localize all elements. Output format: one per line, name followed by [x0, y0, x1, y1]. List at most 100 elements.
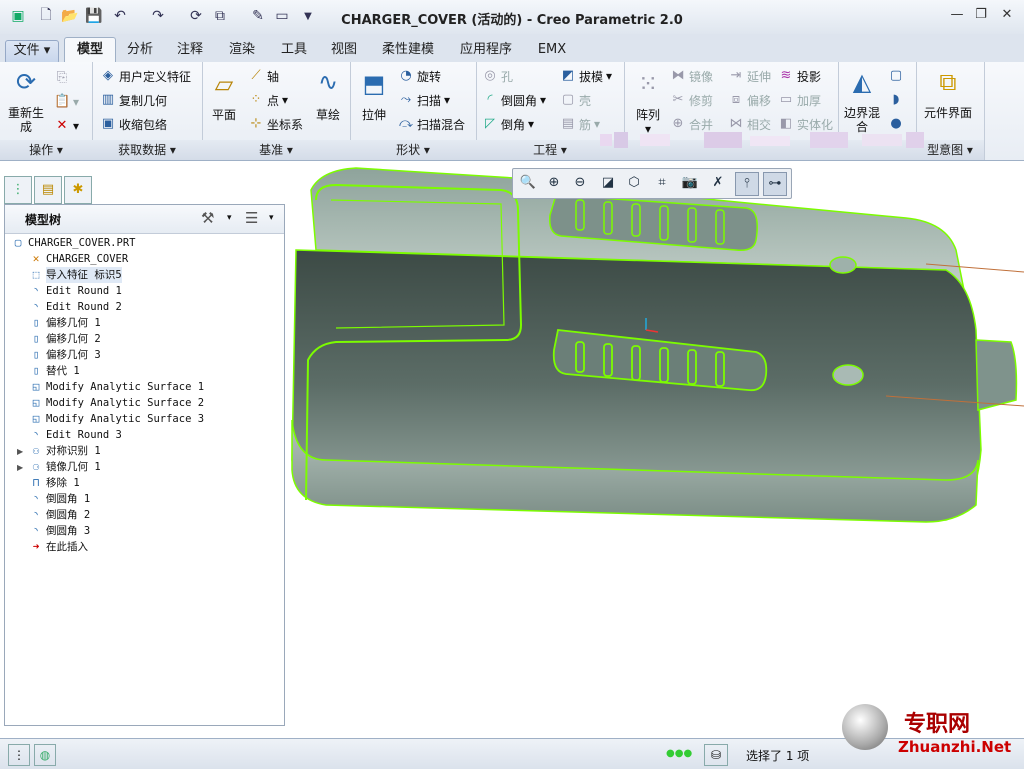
- mirror-button[interactable]: ⧓ 镜像: [670, 66, 714, 86]
- delete-icon[interactable]: ✕ ▾: [54, 116, 79, 136]
- swept-blend-button[interactable]: ⤼ 扫描混合: [398, 114, 465, 134]
- restore-button[interactable]: ❐: [970, 7, 992, 25]
- group-label-operations[interactable]: 操作 ▾: [0, 140, 92, 160]
- tab-model[interactable]: 模型: [64, 37, 116, 63]
- axis-button[interactable]: ⟋ 轴: [248, 66, 279, 86]
- tree-item[interactable]: ✕ CHARGER_COVER: [29, 251, 129, 267]
- spin-center-icon[interactable]: ✗: [707, 172, 729, 194]
- group-label-shapes[interactable]: 形状 ▾: [350, 140, 476, 160]
- tree-item[interactable]: ◝ 倒圆角 1: [29, 491, 90, 507]
- point-button[interactable]: ⁘ 点 ▾: [248, 90, 289, 110]
- tree-item[interactable]: ◱ Modify Analytic Surface 1: [29, 379, 204, 395]
- zoom-in-icon[interactable]: ⊕: [543, 172, 565, 194]
- tree-item[interactable]: ▯ 偏移几何 1: [29, 315, 101, 331]
- close-button[interactable]: ✕: [996, 7, 1018, 25]
- tree-item[interactable]: ◝ Edit Round 1: [29, 283, 122, 299]
- view-manager-icon[interactable]: 📷: [679, 172, 701, 194]
- show-menu-dropdown-icon[interactable]: ▾: [269, 213, 274, 223]
- show-menu-icon[interactable]: ☰: [245, 209, 258, 227]
- shrinkwrap-button[interactable]: ▣ 收缩包络: [100, 114, 167, 134]
- shell-button[interactable]: ▢ 壳: [560, 90, 591, 110]
- repaint-icon[interactable]: ◪: [597, 172, 619, 194]
- component-interface-button[interactable]: 元件界面: [922, 106, 974, 120]
- chamfer-button[interactable]: ◸ 倒角 ▾: [482, 114, 534, 134]
- tab-flexible-modeling[interactable]: 柔性建模: [372, 40, 444, 62]
- component-interface-icon[interactable]: ⧉: [932, 66, 964, 98]
- tree-item[interactable]: ⚆ 镜像几何 1: [29, 459, 101, 475]
- folder-browser-tab[interactable]: ▤: [34, 176, 62, 204]
- browser-toggle-icon[interactable]: ◍: [34, 744, 56, 766]
- trim-button[interactable]: ✂ 修剪: [670, 90, 713, 110]
- draft-button[interactable]: ◩ 拔模 ▾: [560, 66, 612, 86]
- tab-view[interactable]: 视图: [322, 40, 366, 62]
- tab-tools[interactable]: 工具: [272, 40, 316, 62]
- display-style-icon[interactable]: ⬡: [623, 172, 645, 194]
- tab-render[interactable]: 渲染: [220, 40, 264, 62]
- offset-button[interactable]: ⧈ 偏移: [728, 90, 771, 110]
- tree-settings-icon[interactable]: ⚒: [201, 209, 214, 227]
- paste-icon[interactable]: 📋 ▾: [54, 92, 79, 112]
- tree-item[interactable]: ▯ 偏移几何 3: [29, 347, 101, 363]
- hole-button[interactable]: ◎ 孔: [482, 66, 513, 86]
- tab-analysis[interactable]: 分析: [118, 40, 162, 62]
- group-label-get-data[interactable]: 获取数据 ▾: [92, 140, 202, 160]
- sketch-button[interactable]: 草绘: [310, 108, 346, 122]
- extend-button[interactable]: ⇥ 延伸: [728, 66, 771, 86]
- tree-item-label: 移除 1: [46, 477, 80, 489]
- regenerate-button[interactable]: 重新生成: [4, 106, 48, 134]
- zoom-out-icon[interactable]: ⊖: [569, 172, 591, 194]
- datum-display-icon[interactable]: ⫯: [735, 172, 759, 196]
- csys-button[interactable]: ⊹ 坐标系: [248, 114, 303, 134]
- project-button[interactable]: ≋ 投影: [778, 66, 821, 86]
- copy-icon[interactable]: ⎘: [54, 68, 70, 88]
- thicken-button[interactable]: ▭ 加厚: [778, 90, 821, 110]
- round-button[interactable]: ◜ 倒圆角 ▾: [482, 90, 546, 110]
- expand-arrow-icon[interactable]: ▶: [17, 447, 23, 456]
- tab-applications[interactable]: 应用程序: [450, 40, 522, 62]
- extrude-icon[interactable]: ⬒: [358, 68, 390, 100]
- style-icon[interactable]: ◗: [888, 90, 904, 110]
- extrude-button[interactable]: 拉伸: [356, 108, 392, 122]
- sweep-button[interactable]: ⤳ 扫描 ▾: [398, 90, 450, 110]
- annotation-display-icon[interactable]: ⊶: [763, 172, 787, 196]
- tree-item[interactable]: ▯ 替代 1: [29, 363, 80, 379]
- tree-settings-dropdown-icon[interactable]: ▾: [227, 213, 232, 223]
- tree-item[interactable]: ▢ CHARGER_COVER.PRT: [11, 235, 136, 251]
- tree-item[interactable]: ◝ Edit Round 3: [29, 427, 122, 443]
- tree-item[interactable]: ◱ Modify Analytic Surface 3: [29, 411, 204, 427]
- tree-item[interactable]: ➜ 在此插入: [29, 539, 88, 555]
- sketch-icon[interactable]: ∿: [312, 66, 344, 98]
- refit-icon[interactable]: 🔍: [517, 172, 539, 194]
- udf-button[interactable]: ◈ 用户定义特征: [100, 66, 191, 86]
- graphics-window[interactable]: [286, 160, 1024, 736]
- minimize-button[interactable]: —: [946, 7, 968, 25]
- tab-annotate[interactable]: 注释: [168, 40, 212, 62]
- copy-geometry-button[interactable]: ▥ 复制几何: [100, 90, 167, 110]
- tree-item[interactable]: ⚇ 对称识别 1: [29, 443, 101, 459]
- plane-button[interactable]: 平面: [208, 108, 240, 122]
- tree-item[interactable]: ◱ Modify Analytic Surface 2: [29, 395, 204, 411]
- tree-item[interactable]: ⬚ 导入特征 标识5: [29, 267, 122, 283]
- navigator-toggle-icon[interactable]: ⋮: [8, 744, 30, 766]
- model-tree-tab[interactable]: ⋮: [4, 176, 32, 204]
- tab-file[interactable]: 文件 ▾: [5, 40, 59, 64]
- fill-icon[interactable]: ▢: [888, 66, 904, 86]
- tab-emx[interactable]: EMX: [530, 40, 574, 62]
- find-icon[interactable]: ⛁: [704, 744, 728, 766]
- saved-orientations-icon[interactable]: ⌗: [651, 172, 673, 194]
- tree-item[interactable]: ⊓ 移除 1: [29, 475, 80, 491]
- tree-item[interactable]: ▯ 偏移几何 2: [29, 331, 101, 347]
- hole-label: 孔: [501, 69, 514, 84]
- tree-item[interactable]: ◝ 倒圆角 3: [29, 523, 90, 539]
- plane-icon[interactable]: ▱: [208, 68, 240, 100]
- group-label-datum[interactable]: 基准 ▾: [202, 140, 350, 160]
- rib-button[interactable]: ▤ 筋 ▾: [560, 114, 600, 134]
- regenerate-icon[interactable]: ⟳: [10, 66, 42, 98]
- expand-arrow-icon[interactable]: ▶: [17, 463, 23, 472]
- tree-item[interactable]: ◝ Edit Round 2: [29, 299, 122, 315]
- boundary-blend-icon[interactable]: ◭: [846, 66, 878, 98]
- revolve-button[interactable]: ◔ 旋转: [398, 66, 441, 86]
- favorites-tab[interactable]: ✱: [64, 176, 92, 204]
- pattern-icon[interactable]: ⁙: [632, 68, 664, 100]
- tree-item[interactable]: ◝ 倒圆角 2: [29, 507, 90, 523]
